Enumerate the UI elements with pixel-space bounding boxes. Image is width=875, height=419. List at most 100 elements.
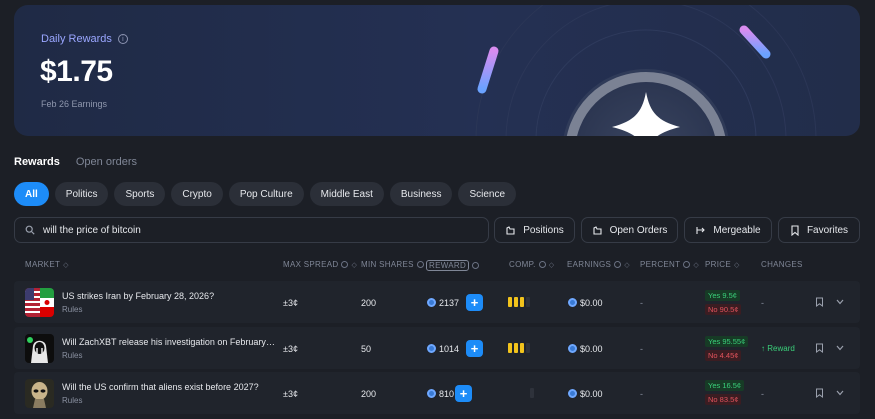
- chip-all[interactable]: All: [14, 182, 49, 206]
- positions-icon: [506, 225, 515, 235]
- max-spread-value: ±3¢: [283, 298, 298, 308]
- no-price-badge[interactable]: No 90.5¢: [705, 304, 742, 315]
- mergeable-button[interactable]: Mergeable: [684, 217, 772, 243]
- yes-price-badge[interactable]: Yes 16.5¢: [705, 380, 745, 391]
- bookmark-icon[interactable]: [815, 297, 824, 307]
- bookmark-icon[interactable]: [815, 343, 824, 353]
- info-icon[interactable]: i: [117, 34, 128, 44]
- sort-icon: ◇: [548, 261, 555, 269]
- chip-crypto[interactable]: Crypto: [171, 182, 223, 206]
- sort-icon: ◇: [351, 261, 358, 269]
- bookmark-icon: [791, 224, 799, 236]
- chip-middle-east[interactable]: Middle East: [309, 182, 384, 206]
- comp-segment: [520, 343, 524, 353]
- table-row[interactable]: Will the US confirm that aliens exist be…: [14, 372, 860, 414]
- coin-icon: [427, 298, 436, 307]
- column-percent[interactable]: PERCENT ◇: [640, 260, 699, 269]
- reward-value: 2137: [427, 298, 459, 308]
- no-price-badge[interactable]: No 4.45¢: [705, 350, 742, 361]
- add-reward-button[interactable]: +: [466, 294, 483, 311]
- no-price-badge[interactable]: No 83.5¢: [705, 394, 742, 405]
- rules-link[interactable]: Rules: [62, 305, 82, 314]
- chip-science[interactable]: Science: [458, 182, 517, 206]
- competition-bar: [508, 343, 530, 353]
- reward-value: 810: [427, 389, 454, 399]
- sort-icon: ◇: [733, 261, 740, 269]
- chip-sports[interactable]: Sports: [114, 182, 166, 206]
- competition-bar: [530, 388, 534, 398]
- column-earnings[interactable]: EARNINGS ◇: [567, 260, 630, 269]
- add-reward-button[interactable]: +: [466, 340, 483, 357]
- mergeable-label: Mergeable: [713, 224, 761, 236]
- rules-link[interactable]: Rules: [62, 351, 82, 360]
- column-min-shares[interactable]: MIN SHARES: [361, 260, 424, 269]
- chip-politics[interactable]: Politics: [54, 182, 109, 206]
- tab-rewards[interactable]: Rewards: [14, 156, 60, 168]
- market-thumbnail: [25, 334, 54, 363]
- sort-icon: ◇: [63, 261, 69, 269]
- comp-segment: [514, 343, 518, 353]
- column-price[interactable]: PRICE ◇: [705, 260, 740, 269]
- change-value: -: [761, 389, 764, 399]
- column-max-spread[interactable]: MAX SPREAD ◇: [283, 260, 357, 269]
- search-input[interactable]: [43, 224, 463, 236]
- column-reward-label: REWARD: [426, 260, 470, 271]
- column-market[interactable]: MARKET ◇: [25, 260, 69, 269]
- add-reward-button[interactable]: +: [455, 385, 472, 402]
- rewards-amount: $1.75: [40, 55, 113, 88]
- comp-segment: [526, 343, 530, 353]
- percent-value: -: [640, 389, 643, 399]
- rules-link[interactable]: Rules: [62, 396, 82, 405]
- sort-icon: ◇: [624, 261, 630, 269]
- earnings-amount: $0.00: [580, 389, 603, 399]
- earnings-value: $0.00: [568, 389, 603, 399]
- chip-pop-culture[interactable]: Pop Culture: [228, 182, 304, 206]
- market-title[interactable]: Will ZachXBT release his investigation o…: [62, 337, 277, 347]
- market-title[interactable]: US strikes Iran by February 28, 2026?: [62, 291, 277, 301]
- market-thumbnail: [25, 379, 54, 408]
- category-filter: All Politics Sports Crypto Pop Culture M…: [14, 182, 517, 206]
- coin-icon: [427, 344, 436, 353]
- column-comp-label: COMP.: [509, 260, 536, 269]
- column-min-shares-label: MIN SHARES: [361, 260, 414, 269]
- bookmark-icon[interactable]: [815, 388, 824, 398]
- chevron-down-icon[interactable]: [836, 345, 844, 351]
- hooded-figure-image: [25, 334, 54, 363]
- tab-open-orders[interactable]: Open orders: [76, 156, 137, 168]
- comp-segment: [508, 297, 512, 307]
- reward-amount: 2137: [439, 298, 460, 308]
- table-row[interactable]: Will ZachXBT release his investigation o…: [14, 327, 860, 369]
- reward-amount: 810: [439, 389, 455, 399]
- table-header: MARKET ◇ MAX SPREAD ◇ MIN SHARES REWARD …: [0, 260, 875, 272]
- tab-bar: Rewards Open orders: [14, 156, 137, 168]
- column-reward[interactable]: REWARD: [426, 260, 480, 271]
- min-shares-value: 200: [361, 298, 377, 308]
- percent-value: -: [640, 298, 643, 308]
- info-icon: [538, 261, 546, 268]
- table-row[interactable]: US strikes Iran by February 28, 2026? Ru…: [14, 281, 860, 323]
- column-earnings-label: EARNINGS: [567, 260, 612, 269]
- flags-image: [25, 288, 54, 317]
- chevron-down-icon[interactable]: [836, 390, 844, 396]
- column-comp[interactable]: COMP. ◇: [509, 260, 554, 269]
- merge-icon: [696, 226, 706, 234]
- column-percent-label: PERCENT: [640, 260, 681, 269]
- column-changes: CHANGES: [761, 260, 803, 269]
- column-market-label: MARKET: [25, 260, 61, 269]
- min-shares-value: 50: [361, 344, 372, 354]
- favorites-button[interactable]: Favorites: [778, 217, 860, 243]
- chip-business[interactable]: Business: [389, 182, 453, 206]
- sort-icon: ◇: [693, 261, 700, 269]
- comp-segment: [514, 297, 518, 307]
- open-orders-label: Open Orders: [609, 224, 668, 236]
- positions-button[interactable]: Positions: [494, 217, 575, 243]
- yes-price-badge[interactable]: Yes 95.55¢: [705, 336, 749, 347]
- info-icon: [416, 261, 424, 268]
- change-label: Reward: [767, 344, 795, 353]
- chevron-down-icon[interactable]: [836, 299, 844, 305]
- daily-rewards-banner: Daily Rewards i $1.75 Feb 26 Earnings: [14, 5, 860, 136]
- favorites-label: Favorites: [806, 224, 849, 236]
- open-orders-button[interactable]: Open Orders: [581, 217, 678, 243]
- yes-price-badge[interactable]: Yes 9.5¢: [705, 290, 740, 301]
- market-title[interactable]: Will the US confirm that aliens exist be…: [62, 382, 277, 392]
